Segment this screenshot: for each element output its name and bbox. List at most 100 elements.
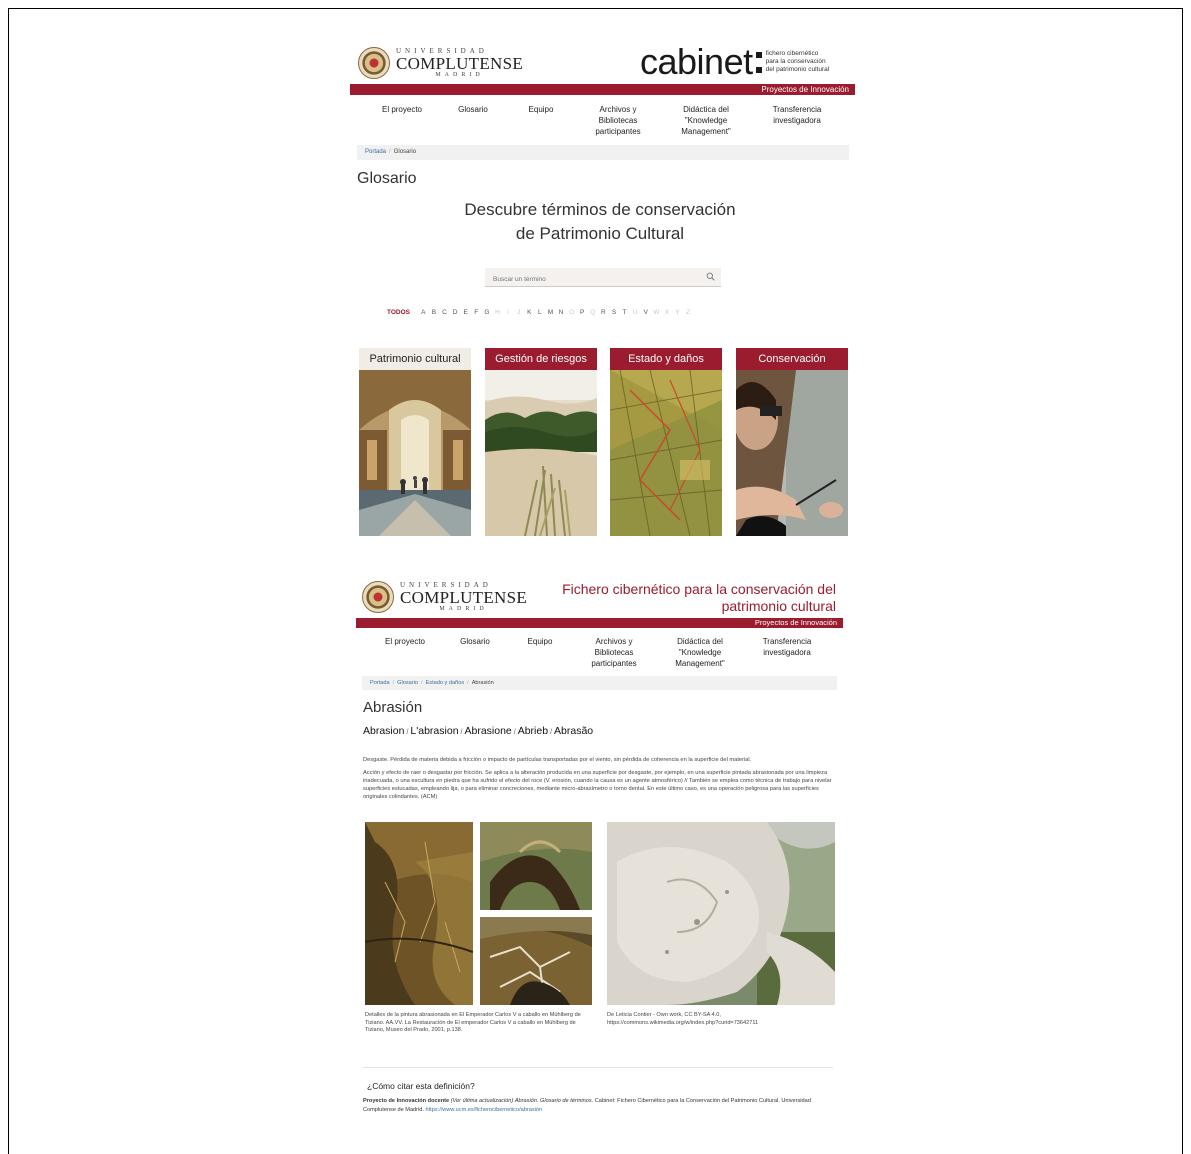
- nav-label: El proyecto: [381, 105, 423, 114]
- letter-filter-k[interactable]: K: [524, 309, 535, 316]
- breadcrumb-glosario[interactable]: Glosario: [397, 680, 418, 686]
- breadcrumb-separator: /: [421, 680, 423, 686]
- letter-filter-v[interactable]: V: [640, 309, 651, 316]
- nav-item-didactica[interactable]: Didáctica del "Knowledge Management": [672, 104, 740, 137]
- letter-filter-s[interactable]: S: [609, 309, 620, 316]
- nav-item-glosario[interactable]: Glosario: [448, 104, 498, 115]
- cabinet-colon-icon: [755, 51, 762, 73]
- letter-filter-h: H: [495, 309, 500, 316]
- cabinet-tagline-line: del patrimonio cultural: [765, 66, 830, 73]
- category-card-estado[interactable]: Estado y daños: [610, 348, 722, 536]
- ucm-logo-bottom: MADRID: [435, 72, 484, 78]
- definition-long: Acción y efecto de raer o desgastar por …: [363, 770, 832, 800]
- ucm-logo[interactable]: UNIVERSIDAD COMPLUTENSE MADRID: [362, 581, 527, 613]
- category-card-patrimonio[interactable]: Patrimonio cultural: [359, 348, 471, 536]
- letter-filter-b[interactable]: B: [429, 309, 440, 316]
- cite-link[interactable]: https://www.ucm.es/ficherocibernetico/ab…: [426, 1107, 543, 1113]
- site-title-line: patrimonio cultural: [721, 598, 836, 614]
- nav-item-proyecto[interactable]: El proyecto: [372, 104, 432, 115]
- letter-filter-y: Y: [675, 309, 680, 316]
- nav-label: Transferencia investigadora: [772, 105, 822, 125]
- nav-item-didactica[interactable]: Didáctica del "Knowledge Management": [666, 636, 734, 669]
- ucm-logo[interactable]: UNIVERSIDAD COMPLUTENSE MADRID: [358, 47, 523, 79]
- nav-label: Transferencia investigadora: [762, 637, 812, 657]
- letter-filter-f[interactable]: F: [471, 309, 482, 316]
- category-label: Gestión de riesgos: [485, 348, 597, 370]
- letter-filter-o: O: [569, 309, 575, 316]
- nav-label: Glosario: [458, 105, 488, 114]
- alphabet-all[interactable]: TODOS: [387, 309, 410, 316]
- nav-item-equipo[interactable]: Equipo: [516, 104, 566, 115]
- separator: /: [513, 729, 516, 736]
- nav-item-archivos[interactable]: Archivos y Bibliotecas participantes: [584, 636, 644, 669]
- definition-short: Desgaste. Pérdida de materia debida a fr…: [363, 757, 752, 763]
- letter-filter-l[interactable]: L: [535, 309, 546, 316]
- letter-filter-c[interactable]: C: [439, 309, 450, 316]
- nav-item-archivos[interactable]: Archivos y Bibliotecas participantes: [588, 104, 648, 137]
- site-title[interactable]: Fichero cibernético para la conservación…: [560, 581, 836, 615]
- letter-filter-g[interactable]: G: [482, 309, 493, 316]
- letter-filter-w: W: [653, 309, 660, 316]
- figure-caption-1: Detalles de la pintura abrasionada en El…: [365, 1012, 581, 1033]
- separator: /: [550, 729, 553, 736]
- nav-item-equipo[interactable]: Equipo: [515, 636, 565, 647]
- letter-filter-a[interactable]: A: [418, 309, 429, 316]
- project-bar-label: Proyectos de Innovación: [754, 618, 837, 627]
- search-box[interactable]: [485, 268, 721, 289]
- search-input[interactable]: [485, 270, 693, 289]
- nav-label: Archivos y Bibliotecas participantes: [595, 105, 641, 136]
- category-card-conservacion[interactable]: Conservación: [736, 348, 848, 536]
- letter-filter-m[interactable]: M: [545, 309, 556, 316]
- letter-filter-d[interactable]: D: [450, 309, 461, 316]
- ucm-logo-bottom: MADRID: [439, 606, 488, 612]
- nav-item-transferencia[interactable]: Transferencia investigadora: [752, 636, 822, 658]
- cite-project: Proyecto de Innovación docente: [363, 1098, 450, 1104]
- letter-filter-t[interactable]: T: [619, 309, 630, 316]
- nav-label: El proyecto: [384, 637, 426, 646]
- category-label: Estado y daños: [610, 348, 722, 370]
- letter-filter-q: Q: [590, 309, 596, 316]
- cite-glossary: Glosario de términos.: [540, 1098, 594, 1104]
- nav-label: Glosario: [460, 637, 490, 646]
- letter-filter-r[interactable]: R: [598, 309, 609, 316]
- breadcrumb-home[interactable]: Portada: [365, 149, 386, 155]
- letter-filter-n[interactable]: N: [556, 309, 567, 316]
- letter-filter-p[interactable]: P: [577, 309, 588, 316]
- nav-item-glosario[interactable]: Glosario: [450, 636, 500, 647]
- painting-detail-photo-3: [480, 917, 592, 1005]
- nav-item-transferencia[interactable]: Transferencia investigadora: [762, 104, 832, 126]
- separator: /: [460, 729, 463, 736]
- nav-label: Didáctica del "Knowledge Management": [675, 637, 725, 668]
- project-bar: Proyectos de Innovación: [350, 84, 855, 95]
- restorer-photo: [736, 370, 848, 536]
- cite-text: Proyecto de Innovación docente (Ver últi…: [363, 1097, 838, 1114]
- search-icon[interactable]: [706, 272, 715, 281]
- letter-filter-u: U: [632, 309, 638, 316]
- cabinet-logo[interactable]: cabinet fichero cibernético para la cons…: [640, 44, 829, 80]
- site-title-line: Fichero cibernético para la conservación…: [562, 581, 836, 597]
- category-card-riesgos[interactable]: Gestión de riesgos: [485, 348, 597, 536]
- cabinet-tagline-line: para la conservación: [765, 58, 826, 65]
- ucm-logo-main: COMPLUTENSE: [400, 588, 528, 607]
- nav-item-proyecto[interactable]: El proyecto: [375, 636, 435, 647]
- letter-filter-i: I: [507, 309, 509, 316]
- letter-filter-e[interactable]: E: [460, 309, 471, 316]
- cabinet-tagline-line: fichero cibernético: [765, 50, 819, 57]
- breadcrumb-home[interactable]: Portada: [370, 680, 390, 686]
- cite-term: Abrasión.: [514, 1098, 539, 1104]
- cite-heading: ¿Cómo citar esta definición?: [367, 1081, 475, 1091]
- breadcrumb-category[interactable]: Estado y daños: [426, 680, 465, 686]
- category-label: Conservación: [736, 348, 848, 370]
- alphabet-filter: TODOS ABCDEFGHI JKLMNOPQRSTUVWXYZ: [387, 309, 693, 316]
- breadcrumb-current: Abrasión: [471, 680, 494, 686]
- category-label: Patrimonio cultural: [359, 348, 471, 370]
- breadcrumb-separator: /: [467, 680, 469, 686]
- old-map-photo: [610, 370, 722, 536]
- caption-link[interactable]: https://commons.wikimedia.org/w/index.ph…: [607, 1020, 837, 1028]
- painting-detail-photo-1: [365, 822, 473, 1005]
- ucm-seal-icon: [358, 47, 390, 79]
- breadcrumb-current: Glosario: [393, 149, 417, 155]
- translation-it: Abrasione: [464, 725, 512, 737]
- nav-label: Archivos y Bibliotecas participantes: [591, 637, 637, 668]
- term-translations: Abrasion / L'abrasion / Abrasione / Abrieb / Abr…: [363, 725, 593, 737]
